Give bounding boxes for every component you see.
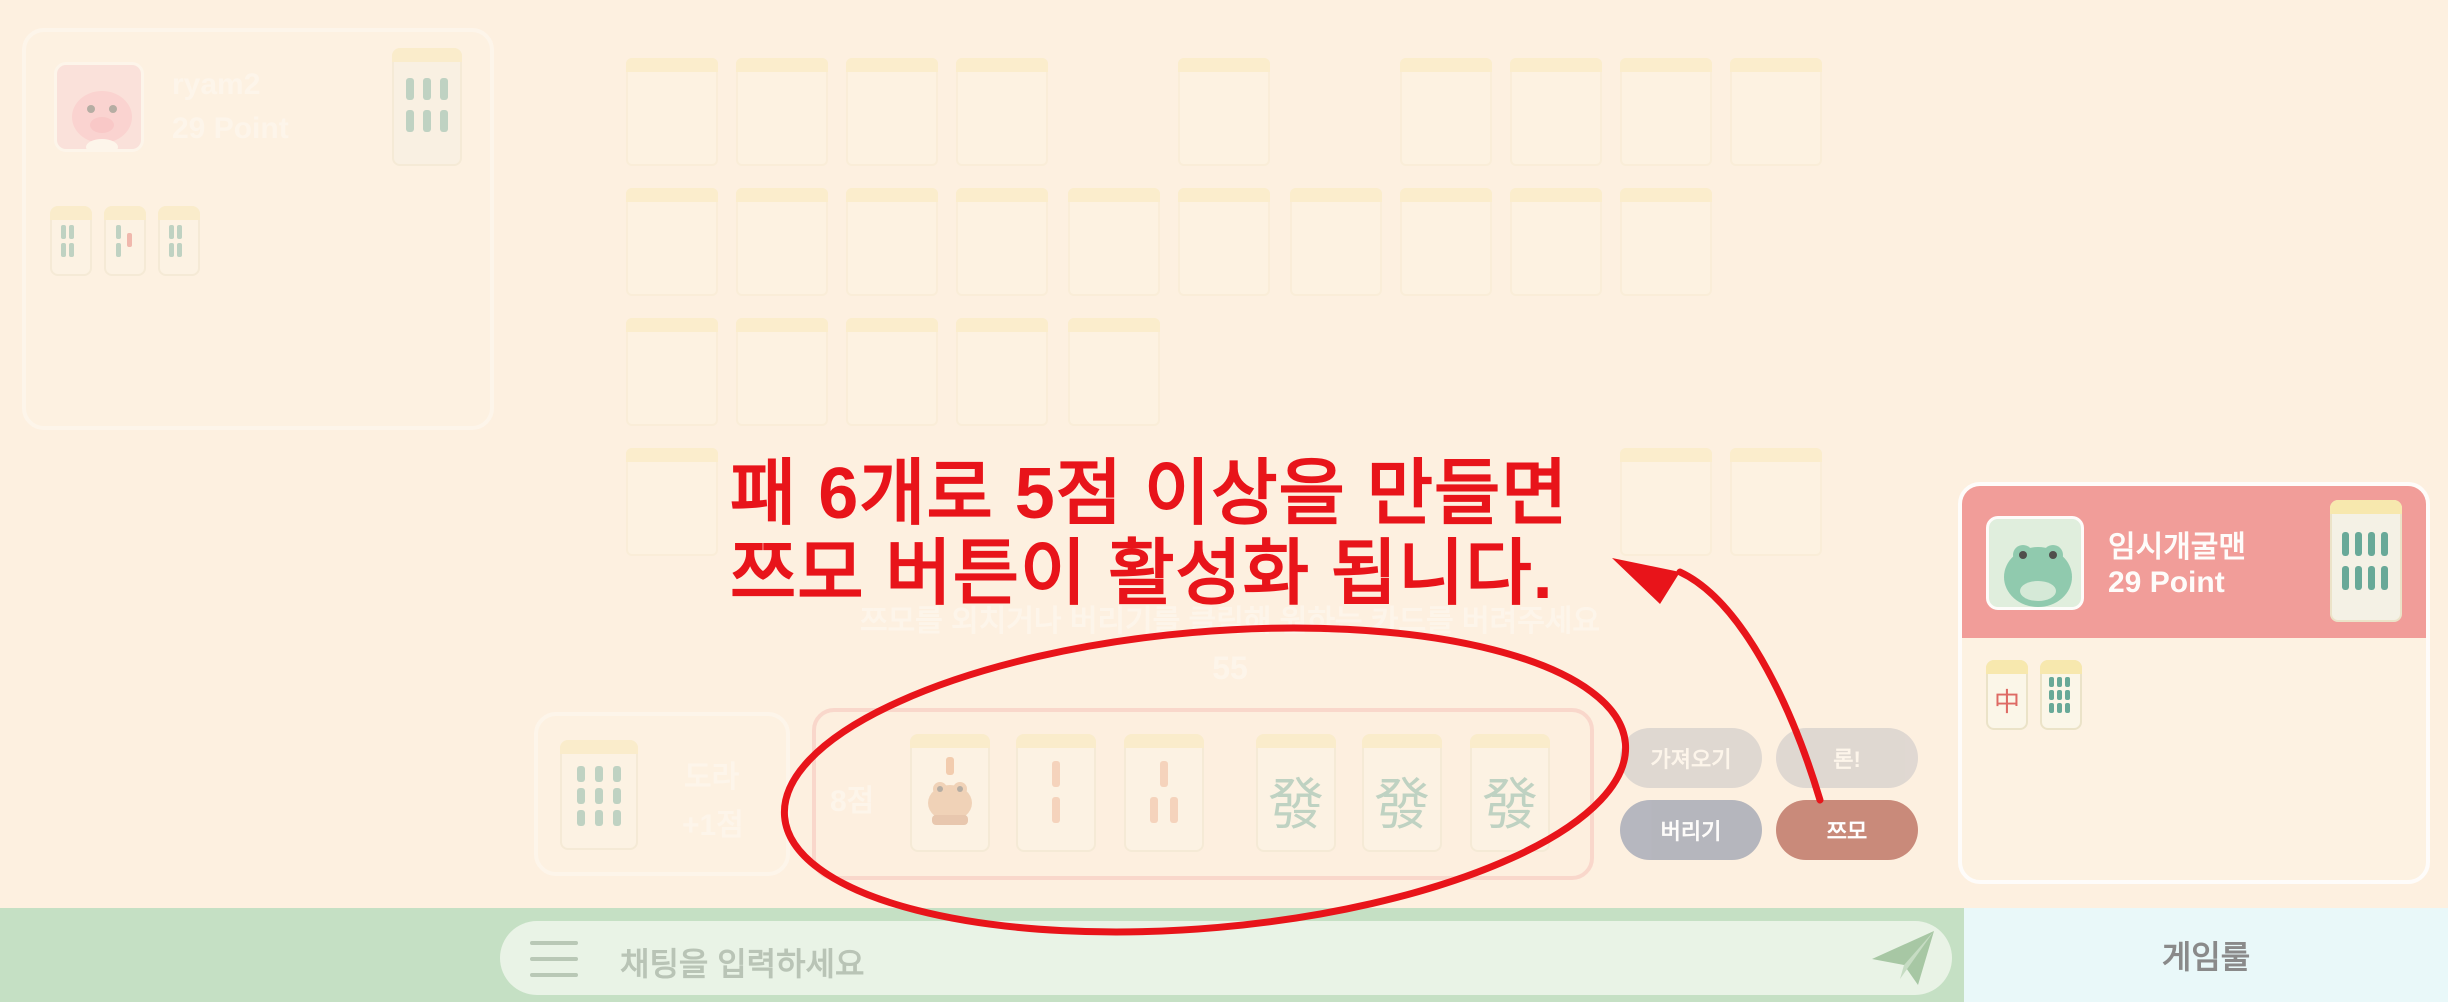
annotation-line-2: 쯔모 버튼이 활성화 됩니다. (730, 534, 1554, 614)
annotation-line-1: 패 6개로 5점 이상을 만들면 (730, 454, 1569, 534)
